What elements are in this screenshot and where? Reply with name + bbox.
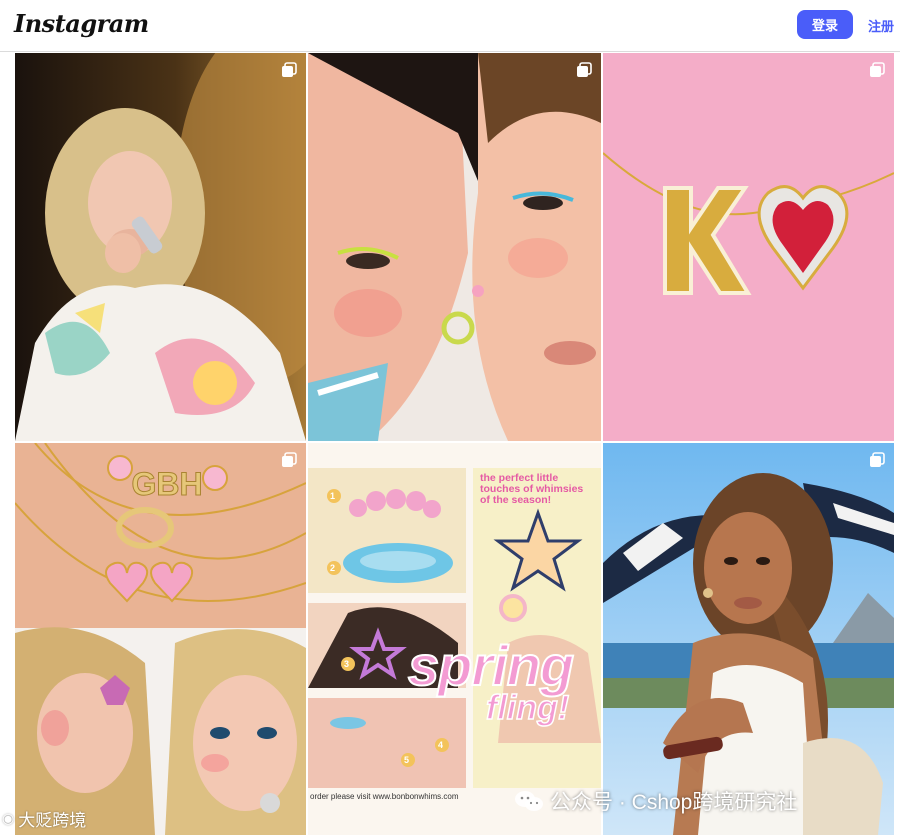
- watermark-left-text: 大贬跨境: [18, 811, 87, 830]
- collage-number: 3: [344, 659, 350, 669]
- wechat-icon: [515, 791, 543, 811]
- collage-number: 5: [404, 755, 410, 765]
- gbh-letters: GBH: [131, 466, 202, 502]
- collage-number: 1: [330, 491, 336, 501]
- login-button[interactable]: 登录: [797, 10, 853, 39]
- post-beach-model[interactable]: [603, 443, 894, 835]
- multi-photo-icon: [870, 452, 885, 467]
- multi-photo-icon: [577, 62, 592, 77]
- collage-footer: order please visit www.bonbonwhims.com: [310, 792, 459, 801]
- beach-model-photo: [603, 443, 894, 835]
- post-necklace-k[interactable]: [603, 53, 894, 441]
- post-singer[interactable]: [15, 53, 306, 441]
- instagram-logo[interactable]: Instagram: [14, 9, 149, 38]
- gbh-necklace-photo: GBH: [15, 443, 306, 835]
- makeup-photo: [308, 53, 601, 441]
- post-grid: GBH the perfect little touches of whimsi…: [15, 53, 894, 835]
- necklace-k-photo: [603, 53, 894, 441]
- singer-photo: [15, 53, 306, 441]
- collage-number: 4: [438, 740, 444, 750]
- fling-word: fling!: [485, 688, 570, 728]
- post-gbh-necklaces[interactable]: GBH: [15, 443, 306, 835]
- multi-photo-icon: [282, 452, 297, 467]
- collage-number: 2: [330, 563, 336, 573]
- watermark-right-text: 公众号 · Cshop跨境研究社: [550, 791, 798, 814]
- signup-link[interactable]: 注册: [868, 16, 894, 35]
- weibo-icon: ◉: [2, 810, 15, 826]
- multi-photo-icon: [282, 62, 297, 77]
- post-spring-fling[interactable]: the perfect little touches of whimsies o…: [308, 443, 601, 835]
- watermark-right: 公众号 · Cshop跨境研究社: [514, 786, 797, 816]
- top-header: Instagram 登录 注册: [0, 0, 900, 52]
- multi-photo-icon: [870, 62, 885, 77]
- spring-headline: the perfect little touches of whimsies o…: [480, 472, 584, 506]
- post-makeup[interactable]: [308, 53, 601, 441]
- watermark-left: ◉ 大贬跨境: [2, 806, 86, 831]
